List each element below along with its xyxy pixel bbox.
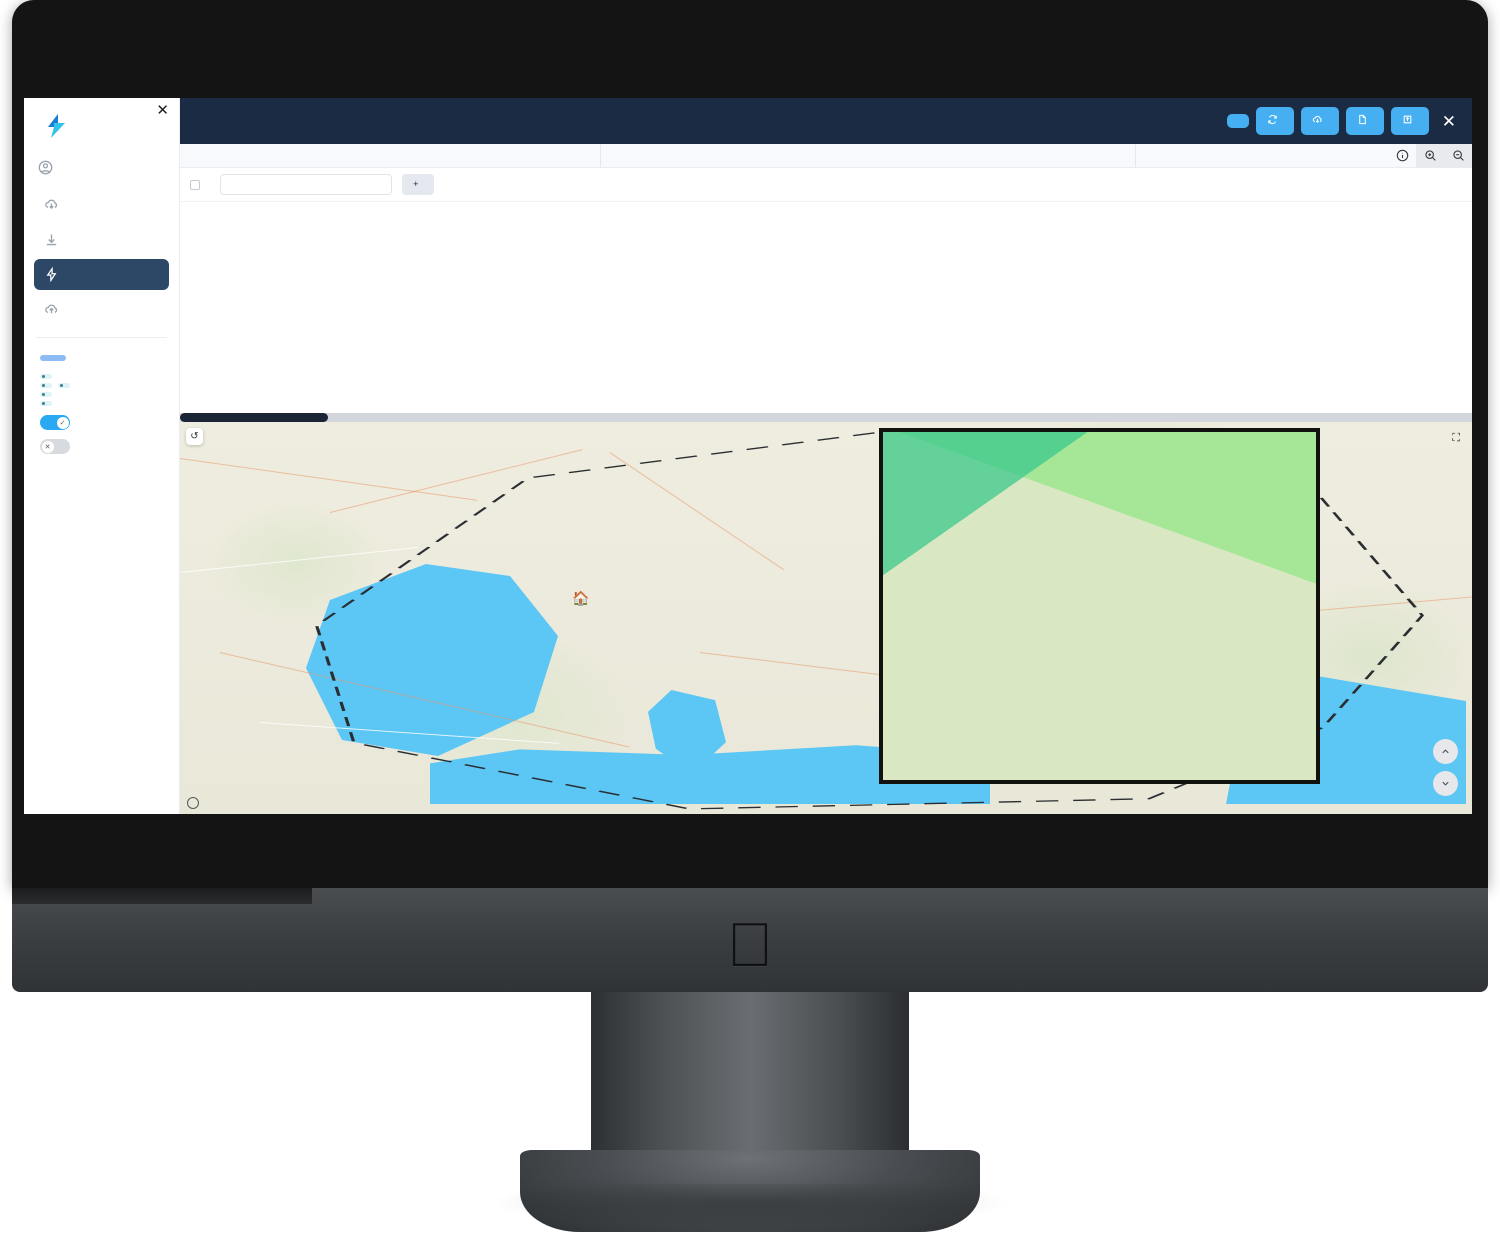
timeline-tools: [1388, 143, 1472, 168]
sidebar-item-input[interactable]: [34, 224, 169, 255]
home-icon: 🏠: [572, 590, 590, 606]
account-circle-icon: [38, 160, 53, 175]
main-panel: ✕ + ↺ 🏠 ⛶: [180, 98, 1472, 814]
sync-button[interactable]: [1255, 107, 1294, 135]
close-icon[interactable]: ✕: [1442, 113, 1456, 130]
sidebar-item-select[interactable]: [34, 189, 169, 220]
region-tag[interactable]: [58, 383, 70, 388]
fullscreen-icon[interactable]: ⛶: [1452, 432, 1460, 445]
mapbox-attribution: [187, 797, 202, 809]
file-icon: [1357, 114, 1368, 128]
sidebar-item-optimized[interactable]: [34, 259, 169, 290]
lightning-bolt-logo-icon: [46, 114, 67, 138]
download-icon: [44, 232, 59, 247]
top-bar: ✕: [180, 98, 1472, 144]
region-tag[interactable]: [40, 383, 52, 388]
sidebar-nav: [34, 189, 169, 325]
region-tag-list: [40, 374, 169, 406]
brand: [34, 98, 169, 152]
detail-map-inset[interactable]: [879, 428, 1320, 784]
top-bar-actions: ✕: [1226, 107, 1464, 135]
zoom-controls: [1416, 143, 1472, 168]
zoom-in-icon[interactable]: [1416, 144, 1444, 168]
sidebar: ✕ ✓ ✕: [24, 98, 180, 814]
stats-button[interactable]: [1345, 107, 1384, 135]
region-tag[interactable]: [40, 374, 52, 379]
save-button[interactable]: [1390, 107, 1429, 135]
sidebar-divider: [36, 337, 167, 338]
stand-shadow: [490, 1184, 1010, 1230]
add-route-button[interactable]: +: [402, 174, 434, 195]
map-area: ↺ 🏠 ⛶: [180, 422, 1472, 814]
filter-row: +: [180, 168, 1472, 202]
map-scroll-controls: [1433, 739, 1458, 796]
sidebar-item-upload[interactable]: [34, 294, 169, 325]
apple-logo-icon: : [727, 915, 774, 977]
horizontal-scrollbar[interactable]: [180, 413, 1472, 422]
chevron-down-icon[interactable]: [1433, 771, 1458, 796]
night-shift-toggle[interactable]: ✓: [40, 415, 70, 430]
zoom-out-icon[interactable]: [1444, 144, 1472, 168]
scrollbar-thumb[interactable]: [180, 413, 328, 422]
base-route-input[interactable]: [220, 174, 392, 195]
plus-icon: +: [413, 179, 419, 190]
jobs-button[interactable]: [1300, 107, 1339, 135]
screenshot-root:  ✕: [0, 0, 1500, 1242]
mapbox-logo-icon: [187, 797, 199, 809]
region-tag[interactable]: [40, 401, 52, 406]
sidebar-close-button[interactable]: ✕: [156, 103, 169, 118]
route-table: [180, 202, 1472, 422]
screen: ✕ ✓ ✕ ✕ + ↺ 🏠 ⛶: [24, 98, 1472, 814]
sync-icon: [1267, 114, 1278, 128]
timeline-header: [180, 143, 1472, 168]
upload-scenario-button[interactable]: [1226, 114, 1249, 128]
inset-basemap: [883, 432, 1316, 780]
day-shift-toggle[interactable]: ✕: [40, 439, 70, 454]
region-tag[interactable]: [40, 392, 52, 397]
timeline-tick: [600, 144, 609, 167]
shift-row-night: ✓: [40, 415, 169, 430]
save-icon: [1402, 114, 1413, 128]
sync-status-badge: [40, 355, 66, 361]
adiona-app: ✕ ✓ ✕ ✕ + ↺ 🏠 ⛶: [24, 98, 1472, 814]
select-all-checkbox[interactable]: [190, 179, 200, 190]
bolt-icon: [44, 267, 59, 282]
user-account-row[interactable]: [34, 152, 169, 183]
cloud-download-icon: [1312, 114, 1323, 128]
chevron-up-icon[interactable]: [1433, 739, 1458, 764]
info-icon[interactable]: [1388, 144, 1416, 168]
timeline-tick: [1135, 144, 1144, 167]
reset-north-icon[interactable]: ↺: [186, 428, 203, 445]
cloud-upload-icon: [44, 302, 59, 317]
cloud-download-icon: [44, 197, 59, 212]
shift-row-day: ✕: [40, 439, 169, 454]
